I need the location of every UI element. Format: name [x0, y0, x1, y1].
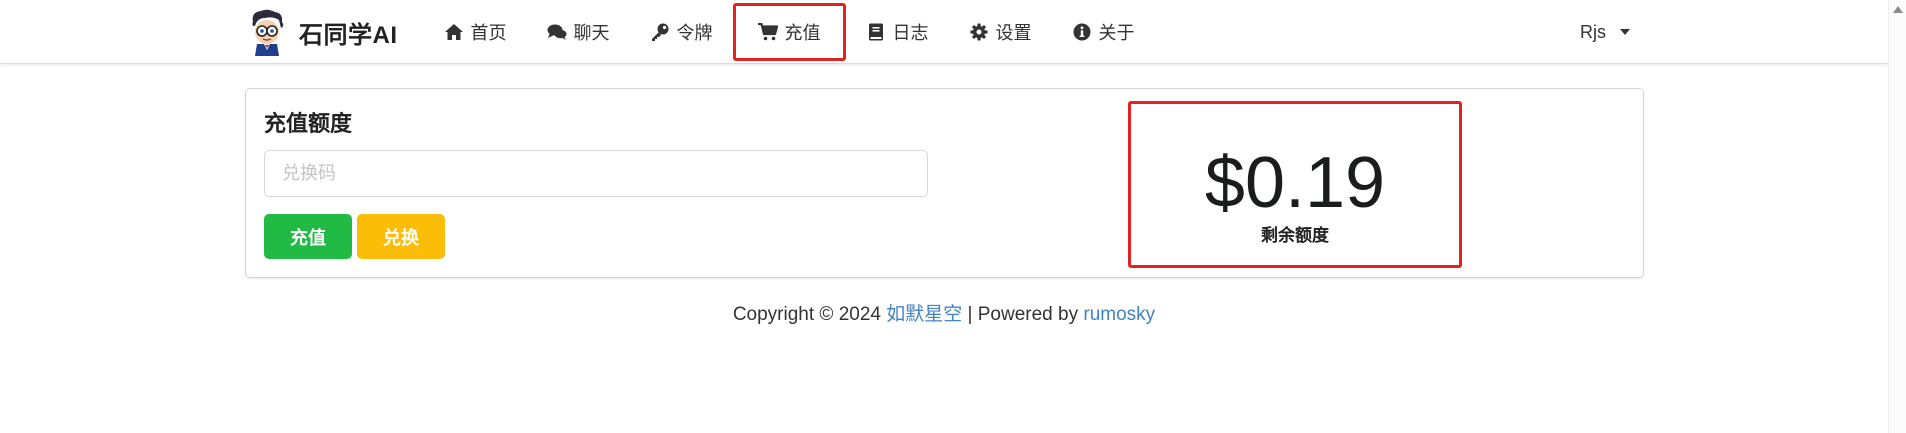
balance-amount: $0.19 — [1204, 143, 1386, 223]
nav-about[interactable]: 关于 — [1052, 0, 1155, 64]
top-navbar: 石同学AI 首页 聊天 令牌 充值 日志 设置 关于 Rjs — [0, 0, 1888, 64]
footer-powered-by: | Powered by — [962, 304, 1084, 325]
nav-home[interactable]: 首页 — [424, 0, 527, 64]
brand-name[interactable]: 石同学AI — [299, 15, 398, 50]
home-icon — [444, 22, 464, 42]
username: Rjs — [1580, 21, 1606, 42]
topup-button[interactable]: 充值 — [264, 214, 352, 259]
balance-label: 剩余额度 — [1261, 226, 1329, 245]
nav-topup-label: 充值 — [784, 23, 821, 43]
redeem-code-input[interactable] — [264, 150, 928, 197]
nav-log[interactable]: 日志 — [846, 0, 949, 64]
nav-token[interactable]: 令牌 — [630, 0, 733, 64]
page-scrollbar[interactable] — [1888, 0, 1906, 433]
topup-card: 充值额度 充值 兑换 $0.19 剩余额度 — [245, 88, 1644, 278]
user-dropdown[interactable]: Rjs — [1580, 0, 1630, 64]
footer: Copyright © 2024 如默星空 | Powered by rumos… — [0, 299, 1888, 326]
book-icon — [866, 22, 886, 42]
footer-link-rumosky[interactable]: rumosky — [1083, 304, 1155, 325]
nav-token-label: 令牌 — [676, 23, 713, 43]
nav-topup[interactable]: 充值 — [732, 3, 846, 61]
nav-home-label: 首页 — [470, 23, 507, 43]
cart-icon — [757, 22, 778, 42]
nav-about-label: 关于 — [1098, 23, 1135, 43]
gear-icon — [969, 22, 989, 42]
comments-icon — [547, 22, 567, 42]
navbar-content: 石同学AI 首页 聊天 令牌 充值 日志 设置 关于 — [245, 0, 1155, 64]
scroll-up-arrow-icon[interactable] — [1893, 6, 1903, 13]
footer-copyright: Copyright © 2024 — [732, 304, 887, 325]
caret-down-icon — [1620, 29, 1630, 35]
nav-log-label: 日志 — [892, 23, 929, 43]
nav-chat[interactable]: 聊天 — [527, 0, 630, 64]
balance-statistic: $0.19 剩余额度 — [1128, 101, 1462, 268]
footer-link-author[interactable]: 如默星空 — [886, 304, 962, 325]
card-title: 充值额度 — [264, 111, 353, 136]
nav-chat-label: 聊天 — [573, 23, 610, 43]
info-icon — [1072, 22, 1092, 42]
redeem-button[interactable]: 兑换 — [357, 214, 445, 259]
nav-settings-label: 设置 — [995, 23, 1032, 43]
key-icon — [650, 22, 670, 42]
nav-settings[interactable]: 设置 — [949, 0, 1052, 64]
logo-icon[interactable] — [245, 8, 289, 56]
